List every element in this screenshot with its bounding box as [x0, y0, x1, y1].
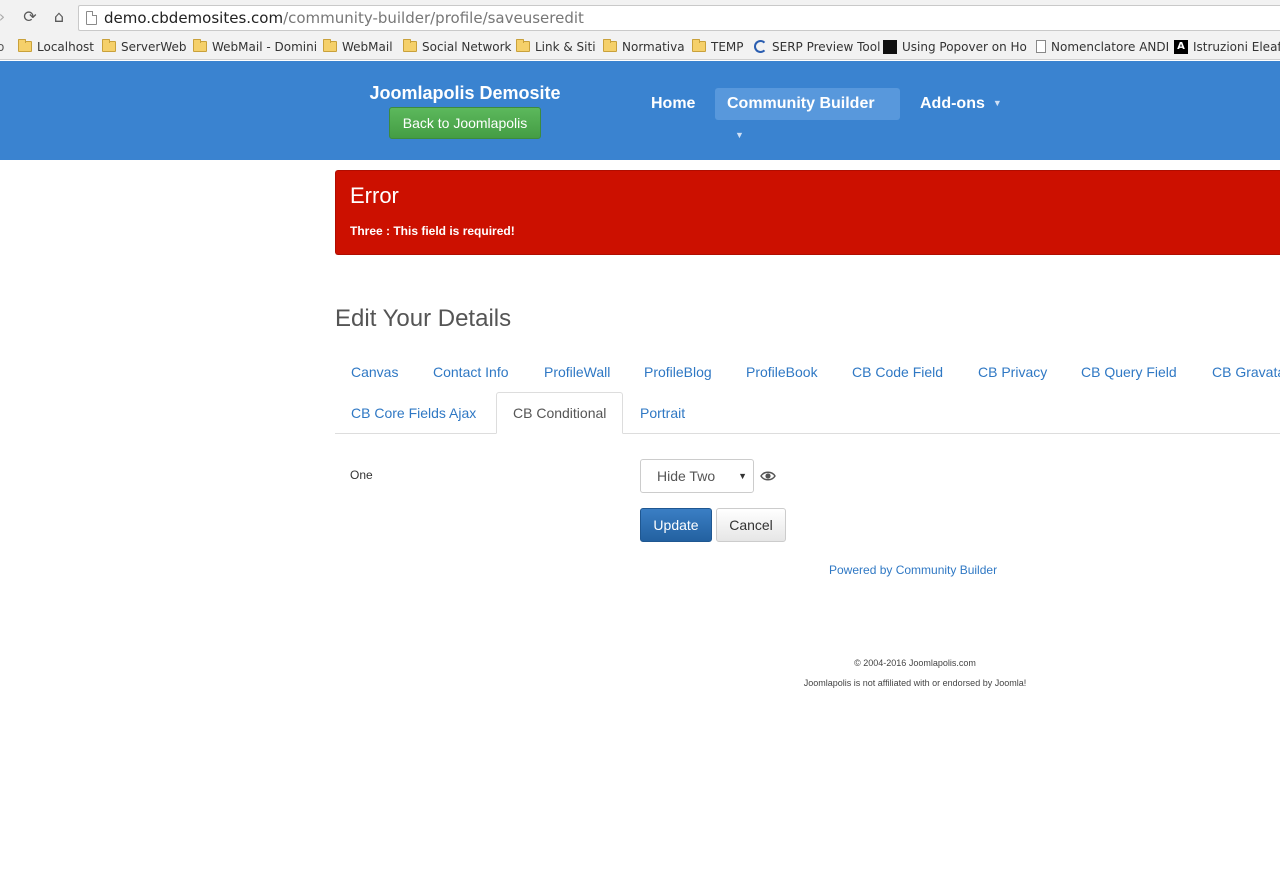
reload-icon[interactable]: ⟳	[20, 7, 40, 27]
caret-down-icon: ▼	[735, 130, 744, 140]
page-icon	[1036, 40, 1046, 53]
url-text[interactable]: demo.cbdemosites.com/community-builder/p…	[104, 9, 584, 27]
cancel-button[interactable]: Cancel	[716, 508, 786, 542]
folder-icon	[692, 39, 706, 52]
tab-profilebook[interactable]: ProfileBook	[730, 352, 834, 392]
alert-title: Error	[350, 183, 399, 208]
tab-cb-core-fields-ajax[interactable]: CB Core Fields Ajax	[335, 393, 492, 433]
eye-icon[interactable]	[760, 469, 776, 483]
bookmark-label: WebMail	[342, 40, 393, 54]
back-to-joomlapolis-button[interactable]: Back to Joomlapolis	[389, 107, 541, 139]
bookmark-istruzioni[interactable]: A Istruzioni Eleaf iS	[1174, 38, 1280, 56]
bookmark-localhost[interactable]: Localhost	[18, 38, 94, 56]
bookmarks-overflow[interactable]: o	[0, 38, 4, 56]
chevron-down-icon: ▼	[738, 471, 747, 481]
bookmarks-bar: o Localhost ServerWeb WebMail - Domini W…	[0, 35, 1280, 60]
bookmark-label: Link & Siti	[535, 40, 596, 54]
tab-cb-query-field[interactable]: CB Query Field	[1065, 352, 1193, 392]
tab-portrait[interactable]: Portrait	[624, 393, 701, 433]
forward-icon[interactable]: ›	[0, 7, 12, 27]
page-title: Edit Your Details	[335, 305, 512, 332]
bookmark-label: TEMP	[711, 40, 744, 54]
url-path: /community-builder/profile/saveuseredit	[283, 9, 584, 27]
nav-label: Home	[651, 95, 696, 112]
tab-canvas[interactable]: Canvas	[335, 352, 414, 392]
folder-icon	[516, 39, 530, 52]
nav-community-builder[interactable]: Community Builder ▼	[715, 88, 900, 140]
address-bar[interactable]: demo.cbdemosites.com/community-builder/p…	[78, 5, 1280, 31]
footer-disclaimer: Joomlapolis is not affiliated with or en…	[803, 678, 1027, 688]
nav-home[interactable]: Home	[639, 88, 707, 120]
bookmark-serp-preview[interactable]: SERP Preview Tool	[754, 38, 880, 56]
tab-profileblog[interactable]: ProfileBlog	[628, 352, 728, 392]
select-value: Hide Two	[657, 468, 716, 484]
folder-icon	[18, 39, 32, 52]
site-header: Joomlapolis Demosite Back to Joomlapolis…	[0, 61, 1280, 160]
bookmark-social-network[interactable]: Social Network	[403, 38, 512, 56]
bookmark-popover[interactable]: Using Popover on Ho	[883, 38, 1027, 56]
bookmark-label: Istruzioni Eleaf iS	[1193, 40, 1280, 54]
bookmark-normativa[interactable]: Normativa	[603, 38, 685, 56]
tab-cb-conditional[interactable]: CB Conditional	[496, 392, 624, 434]
serp-icon	[754, 40, 767, 53]
bookmark-webmail-domini[interactable]: WebMail - Domini	[193, 38, 317, 56]
browser-toolbar: › ⟳ ⌂ demo.cbdemosites.com/community-bui…	[0, 0, 1280, 35]
field-one-label: One	[350, 468, 373, 482]
bookmark-label: Nomenclatore ANDI	[1051, 40, 1170, 54]
folder-icon	[603, 39, 617, 52]
bookmark-label: ServerWeb	[121, 40, 187, 54]
bookmark-label: WebMail - Domini	[212, 40, 318, 54]
bookmark-link-siti[interactable]: Link & Siti	[516, 38, 596, 56]
url-host: demo.cbdemosites.com	[104, 9, 284, 27]
nav-label: Community Builder	[727, 95, 875, 112]
bookmark-nomenclatore[interactable]: Nomenclatore ANDI	[1036, 38, 1169, 56]
folder-icon	[323, 39, 337, 52]
folder-icon	[403, 39, 417, 52]
page-icon	[86, 11, 97, 25]
tab-contact-info[interactable]: Contact Info	[417, 352, 525, 392]
tab-cb-code-field[interactable]: CB Code Field	[836, 352, 959, 392]
site-icon	[883, 39, 897, 54]
nav-add-ons[interactable]: Add-ons ▼	[908, 88, 1014, 120]
bookmark-label: Using Popover on Ho	[902, 40, 1027, 54]
bookmark-webmail[interactable]: WebMail	[323, 38, 393, 56]
alert-message: Three : This field is required!	[350, 224, 515, 238]
profile-tabs: Canvas Contact Info ProfileWall ProfileB…	[335, 352, 1280, 434]
folder-icon	[102, 39, 116, 52]
bookmark-serverweb[interactable]: ServerWeb	[102, 38, 187, 56]
tab-cb-privacy[interactable]: CB Privacy	[962, 352, 1063, 392]
site-icon: A	[1174, 39, 1188, 54]
field-one-select[interactable]: Hide Two ▼	[640, 459, 754, 493]
powered-by-link[interactable]: Powered by Community Builder	[829, 563, 997, 577]
bookmark-label: SERP Preview Tool	[772, 40, 881, 54]
bookmark-label: Normativa	[622, 40, 685, 54]
tab-cb-gravatar[interactable]: CB Gravatar	[1196, 352, 1280, 392]
update-button[interactable]: Update	[640, 508, 712, 542]
folder-icon	[193, 39, 207, 52]
bookmark-label: Localhost	[37, 40, 95, 54]
nav-label: Add-ons	[920, 95, 985, 113]
error-alert: Error Three : This field is required!	[335, 170, 1280, 255]
footer-copyright: © 2004-2016 Joomlapolis.com	[854, 658, 976, 668]
caret-down-icon: ▼	[992, 98, 1002, 108]
home-icon[interactable]: ⌂	[49, 7, 69, 27]
bookmark-temp[interactable]: TEMP	[692, 38, 744, 56]
bookmark-label: Social Network	[422, 40, 512, 54]
tab-profilewall[interactable]: ProfileWall	[528, 352, 626, 392]
site-brand[interactable]: Joomlapolis Demosite	[360, 83, 570, 103]
